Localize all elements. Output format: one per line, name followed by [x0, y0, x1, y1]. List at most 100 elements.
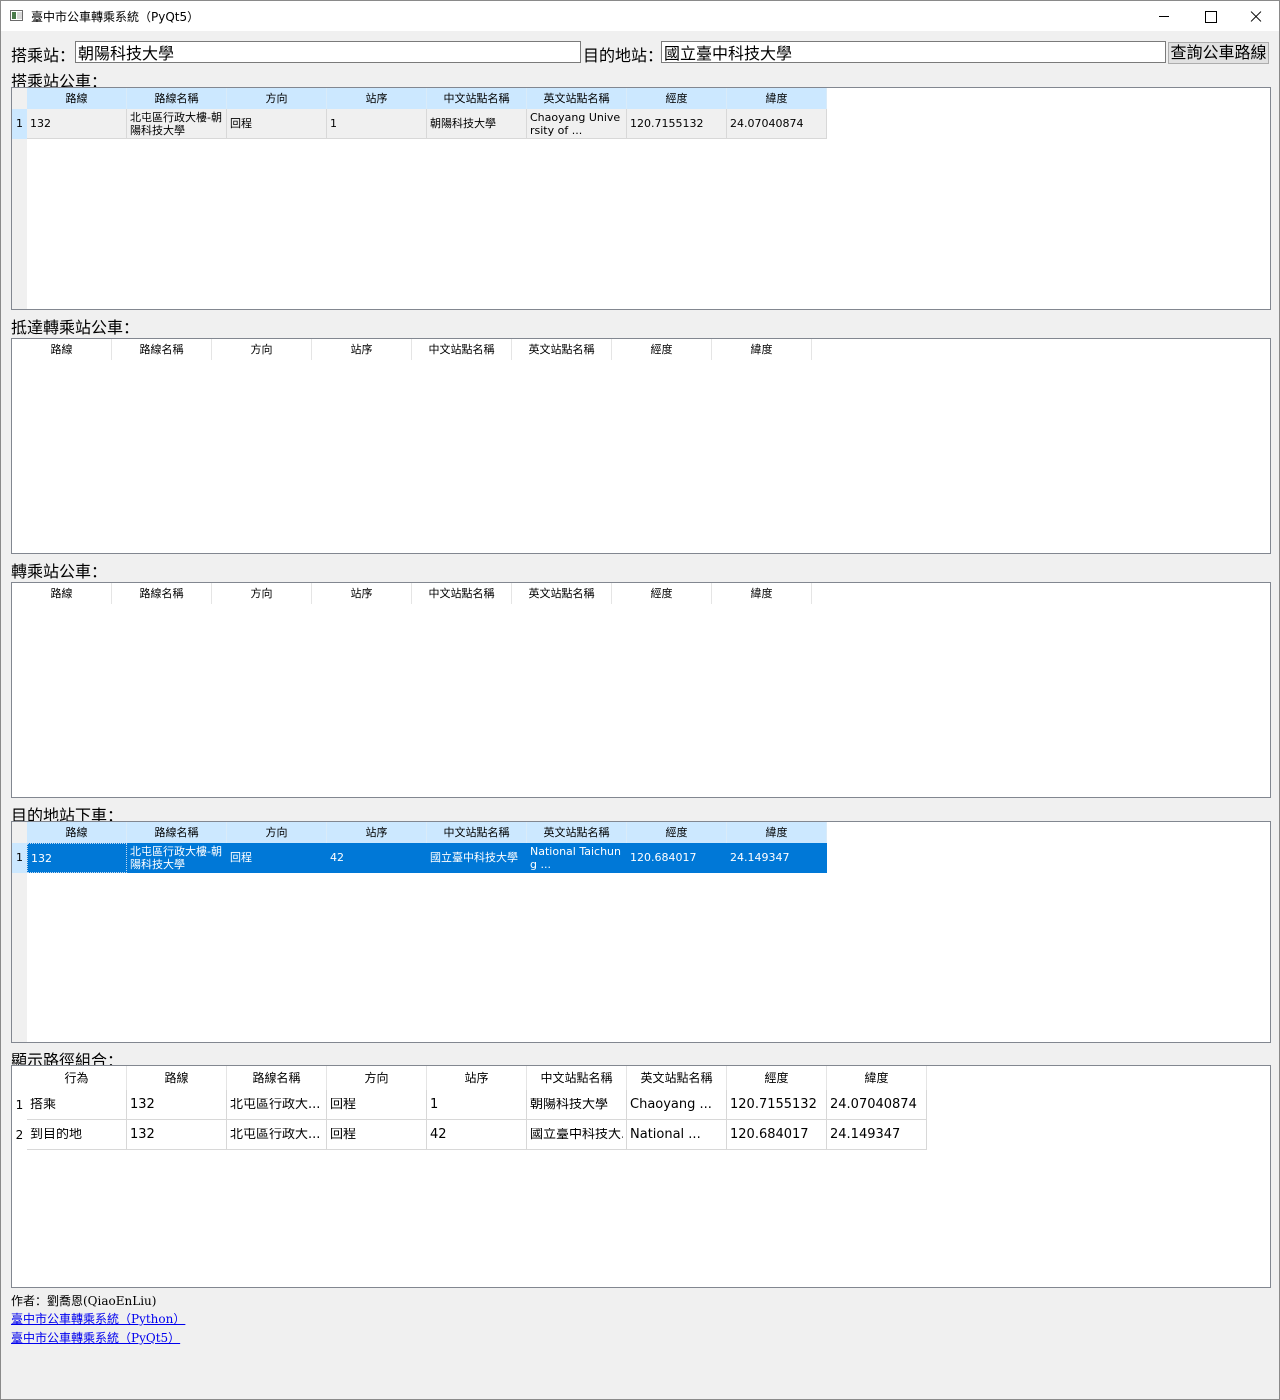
row-number[interactable]: 2 [12, 1120, 27, 1150]
table-header: 行為 路線 路線名稱 方向 站序 中文站點名稱 英文站點名稱 經度 緯度 [27, 1066, 927, 1090]
column-header[interactable]: 英文站點名稱 [627, 1066, 727, 1090]
main-window: 臺中市公車轉乘系統（PyQt5） 搭乘站： 目的地站： 查詢公車路線 搭乘站公車… [0, 0, 1280, 1400]
boarding-station-input[interactable] [75, 41, 581, 63]
column-header[interactable]: 站序 [312, 339, 412, 360]
column-header[interactable]: 英文站點名稱 [527, 822, 627, 843]
column-header[interactable]: 路線名稱 [227, 1066, 327, 1090]
column-header[interactable]: 方向 [212, 339, 312, 360]
column-header[interactable]: 站序 [312, 583, 412, 604]
column-header[interactable]: 英文站點名稱 [512, 583, 612, 604]
table-cell[interactable]: 120.684017 [627, 843, 727, 873]
column-header[interactable]: 方向 [327, 1066, 427, 1090]
table-cell[interactable]: 回程 [227, 843, 327, 873]
column-header[interactable]: 英文站點名稱 [512, 339, 612, 360]
table-cell[interactable]: 1 [327, 109, 427, 139]
column-header[interactable]: 站序 [327, 822, 427, 843]
column-header[interactable]: 方向 [212, 583, 312, 604]
column-header[interactable]: 中文站點名稱 [412, 339, 512, 360]
arrive-transfer-bus-table[interactable]: 路線 路線名稱 方向 站序 中文站點名稱 英文站點名稱 經度 緯度 [11, 338, 1271, 554]
title-bar[interactable]: 臺中市公車轉乘系統（PyQt5） [1, 1, 1279, 31]
destination-station-input[interactable] [661, 41, 1166, 63]
column-header[interactable]: 經度 [612, 583, 712, 604]
column-header[interactable]: 經度 [627, 822, 727, 843]
table-cell[interactable]: 回程 [327, 1120, 427, 1150]
table-cell[interactable]: 北屯區行政大... [227, 1090, 327, 1120]
column-header[interactable]: 緯度 [727, 88, 827, 109]
column-header[interactable]: 經度 [627, 88, 727, 109]
column-header[interactable]: 緯度 [827, 1066, 927, 1090]
column-header[interactable]: 中文站點名稱 [427, 88, 527, 109]
column-header[interactable]: 中文站點名稱 [412, 583, 512, 604]
table-cell[interactable]: 120.7155132 [627, 109, 727, 139]
column-header[interactable]: 路線名稱 [127, 88, 227, 109]
table-cell[interactable]: 132 [127, 1090, 227, 1120]
pyqt5-version-link[interactable]: 臺中市公車轉乘系統（PyQt5） [11, 1329, 180, 1346]
column-header[interactable]: 路線 [12, 583, 112, 604]
table-cell[interactable]: 24.149347 [827, 1120, 927, 1150]
table-cell[interactable]: 120.684017 [727, 1120, 827, 1150]
route-combination-table[interactable]: 行為 路線 路線名稱 方向 站序 中文站點名稱 英文站點名稱 經度 緯度 1 搭… [11, 1065, 1271, 1288]
column-header[interactable]: 路線名稱 [112, 339, 212, 360]
table-row[interactable]: 2 到目的地 132 北屯區行政大... 回程 42 國立臺中科技大... Na… [12, 1120, 927, 1150]
column-header[interactable]: 路線名稱 [112, 583, 212, 604]
close-button[interactable] [1233, 1, 1279, 31]
row-number[interactable]: 1 [12, 843, 27, 873]
table-cell[interactable]: 回程 [227, 109, 327, 139]
table-cell[interactable]: 朝陽科技大學 [427, 109, 527, 139]
destination-bus-table[interactable]: 路線 路線名稱 方向 站序 中文站點名稱 英文站點名稱 經度 緯度 1 132 … [11, 821, 1271, 1043]
search-route-button[interactable]: 查詢公車路線 [1168, 42, 1269, 64]
table-cell[interactable]: 北屯區行政大樓-朝陽科技大學 [127, 109, 227, 139]
table-cell[interactable]: 132 [27, 843, 127, 873]
table-cell[interactable]: Chaoyang University of ... [527, 109, 627, 139]
table-cell[interactable]: 132 [27, 109, 127, 139]
table-cell[interactable]: 北屯區行政大樓-朝陽科技大學 [127, 843, 227, 873]
table-cell[interactable]: 朝陽科技大學 [527, 1090, 627, 1120]
table-cell[interactable]: 1 [427, 1090, 527, 1120]
table-cell[interactable]: Chaoyang ... [627, 1090, 727, 1120]
table-cell[interactable]: 到目的地 [27, 1120, 127, 1150]
table-row[interactable]: 1 搭乘 132 北屯區行政大... 回程 1 朝陽科技大學 Chaoyang … [12, 1090, 927, 1120]
column-header[interactable]: 站序 [427, 1066, 527, 1090]
boarding-bus-table[interactable]: 路線 路線名稱 方向 站序 中文站點名稱 英文站點名稱 經度 緯度 1 132 … [11, 87, 1271, 310]
table-cell[interactable]: 國立臺中科技大... [527, 1120, 627, 1150]
column-header[interactable]: 緯度 [712, 583, 812, 604]
python-version-link[interactable]: 臺中市公車轉乘系統（Python） [11, 1310, 185, 1327]
column-header[interactable]: 路線 [127, 1066, 227, 1090]
table-cell[interactable]: National Taichung ... [527, 843, 627, 873]
table-cell[interactable]: 回程 [327, 1090, 427, 1120]
table-cell[interactable]: 搭乘 [27, 1090, 127, 1120]
column-header[interactable]: 路線 [27, 88, 127, 109]
table-cell[interactable]: 42 [427, 1120, 527, 1150]
table-cell[interactable]: 24.07040874 [827, 1090, 927, 1120]
table-cell[interactable]: 24.149347 [727, 843, 827, 873]
table-cell[interactable]: 132 [127, 1120, 227, 1150]
maximize-button[interactable] [1187, 1, 1233, 31]
transfer-bus-table[interactable]: 路線 路線名稱 方向 站序 中文站點名稱 英文站點名稱 經度 緯度 [11, 582, 1271, 798]
author-text: 作者：劉喬恩(QiaoEnLiu) [11, 1294, 157, 1308]
column-header[interactable]: 緯度 [727, 822, 827, 843]
table-cell[interactable]: 國立臺中科技大學 [427, 843, 527, 873]
column-header[interactable]: 經度 [612, 339, 712, 360]
table-row-selected[interactable]: 1 132 北屯區行政大樓-朝陽科技大學 回程 42 國立臺中科技大學 Nati… [12, 843, 827, 873]
row-number[interactable]: 1 [12, 1090, 27, 1120]
column-header[interactable]: 站序 [327, 88, 427, 109]
table-cell[interactable]: 42 [327, 843, 427, 873]
column-header[interactable]: 路線 [12, 339, 112, 360]
row-number[interactable]: 1 [12, 109, 27, 139]
table-cell[interactable]: 24.07040874 [727, 109, 827, 139]
table-row[interactable]: 1 132 北屯區行政大樓-朝陽科技大學 回程 1 朝陽科技大學 Chaoyan… [12, 109, 827, 139]
table-cell[interactable]: 北屯區行政大... [227, 1120, 327, 1150]
column-header[interactable]: 方向 [227, 88, 327, 109]
column-header[interactable]: 經度 [727, 1066, 827, 1090]
column-header[interactable]: 方向 [227, 822, 327, 843]
column-header[interactable]: 中文站點名稱 [527, 1066, 627, 1090]
table-cell[interactable]: National ... [627, 1120, 727, 1150]
column-header[interactable]: 路線 [27, 822, 127, 843]
column-header[interactable]: 行為 [27, 1066, 127, 1090]
column-header[interactable]: 緯度 [712, 339, 812, 360]
minimize-button[interactable] [1141, 1, 1187, 31]
column-header[interactable]: 英文站點名稱 [527, 88, 627, 109]
column-header[interactable]: 路線名稱 [127, 822, 227, 843]
column-header[interactable]: 中文站點名稱 [427, 822, 527, 843]
table-cell[interactable]: 120.7155132 [727, 1090, 827, 1120]
